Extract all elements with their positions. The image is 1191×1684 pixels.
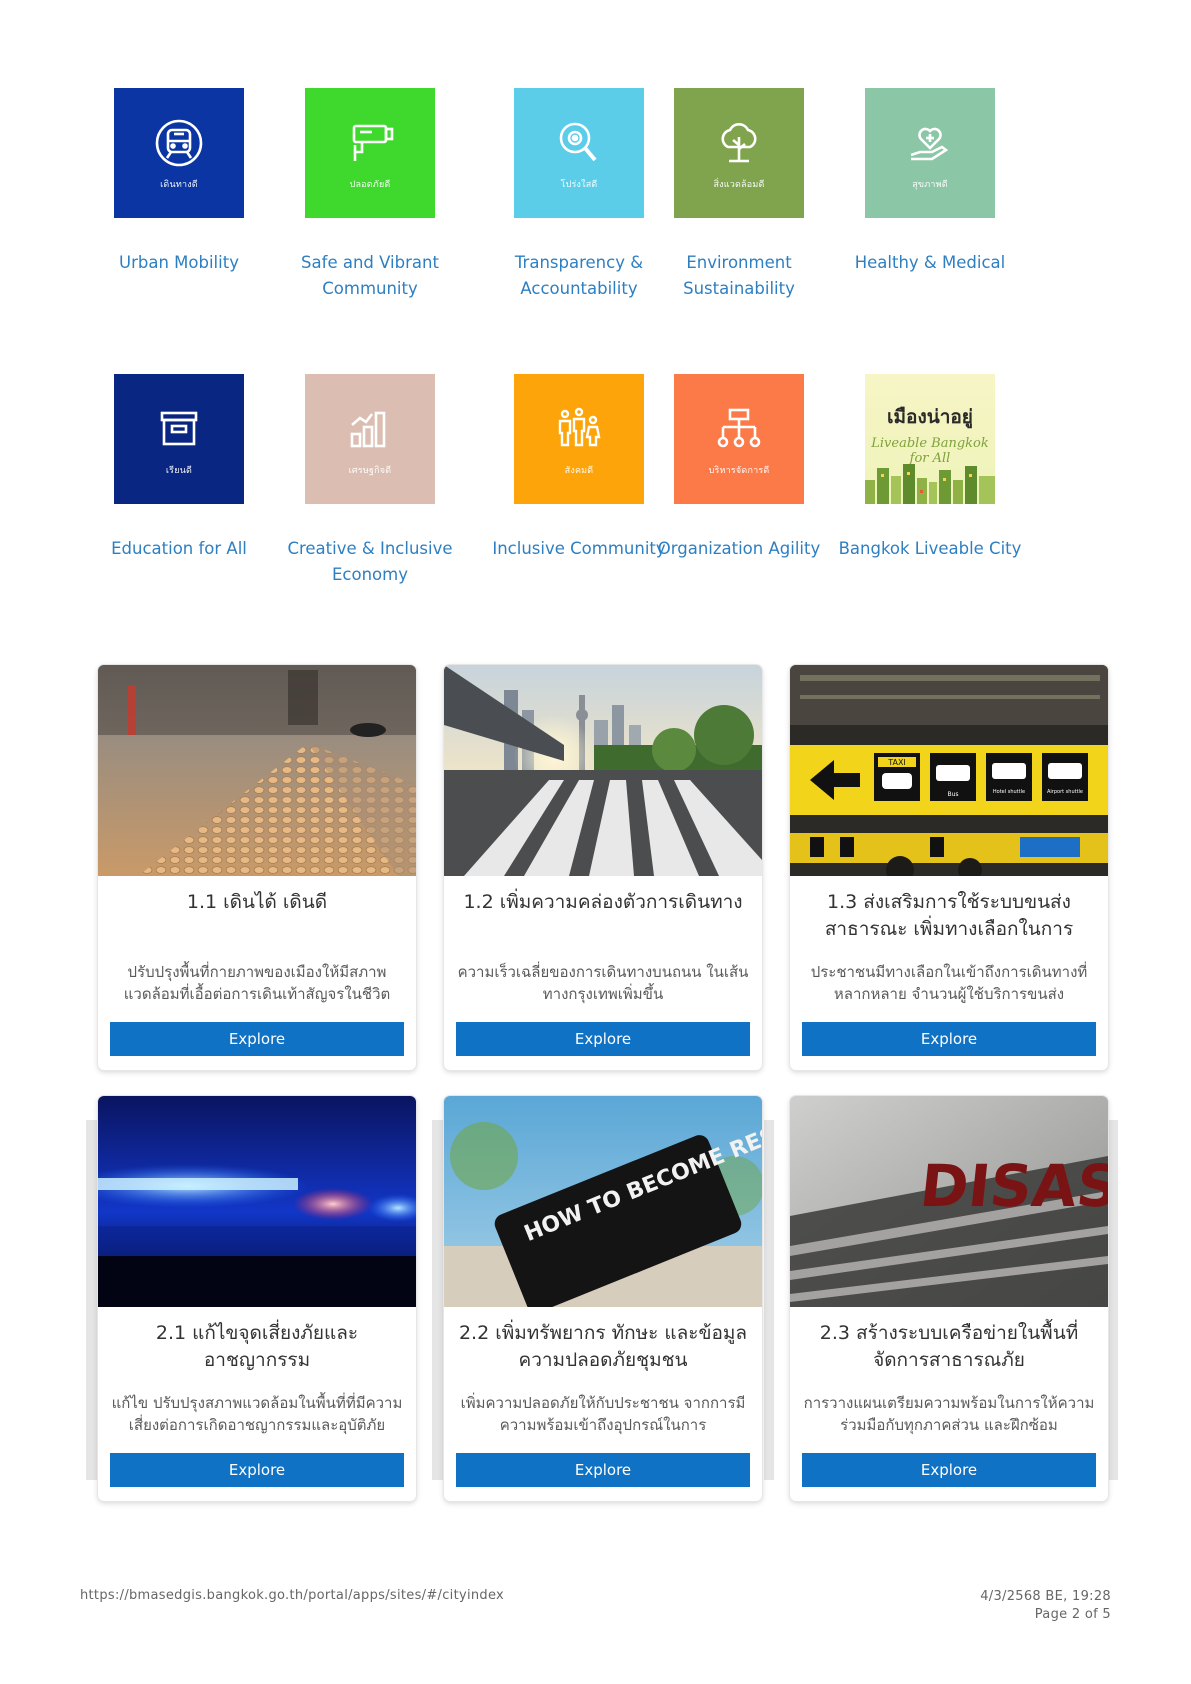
- card-description: การวางแผนเตรียมความพร้อมในการให้ความร่วม…: [803, 1394, 1095, 1434]
- sign-airport-label: Airport shuttle: [1047, 789, 1083, 795]
- card-title: 1.1 เดินได้ เดินดี: [186, 891, 328, 913]
- disaster-text-image: DISASTER: [790, 1096, 1108, 1307]
- org-chart-icon: [717, 408, 761, 448]
- card-title: 1.3 ส่งเสริมการใช้ระบบขนส่งสาธารณะ เพิ่ม…: [824, 891, 1074, 940]
- explore-button[interactable]: Explore: [456, 1022, 750, 1056]
- explore-button[interactable]: Explore: [802, 1022, 1096, 1056]
- sign-hotel-label: Hotel shuttle: [993, 789, 1025, 795]
- transport-signs-image: TAXI Bus Hotel shuttle Airport shuttle: [790, 665, 1108, 876]
- card-2-2[interactable]: HOW TO BECOME RESILIENT ? 2.2 เพิ่มทรัพย…: [444, 1096, 762, 1501]
- category-label[interactable]: Healthy & Medical: [830, 250, 1030, 276]
- explore-button[interactable]: Explore: [110, 1453, 404, 1487]
- category-safe-vibrant[interactable]: ปลอดภัยดี Safe and Vibrant Community: [270, 88, 470, 302]
- tile-caption: โปร่งใสดี: [560, 180, 598, 190]
- category-tile[interactable]: เศรษฐกิจดี: [305, 374, 435, 504]
- category-environment[interactable]: สิ่งแวดล้อมดี Environment Sustainability: [639, 88, 839, 302]
- tile-caption: สุขภาพดี: [912, 180, 948, 190]
- tree-icon: [721, 123, 757, 163]
- card-title: 1.2 เพิ่มความคล่องตัวการเดินทาง: [463, 891, 743, 913]
- tile-caption: ปลอดภัยดี: [349, 180, 391, 190]
- card-description: ปรับปรุงพื้นที่กายภาพของเมืองให้มีสภาพแว…: [123, 963, 391, 1003]
- heart-hand-icon: [910, 127, 949, 161]
- card-1-3[interactable]: TAXI Bus Hotel shuttle Airport shuttle 1…: [790, 665, 1108, 1070]
- card-image: TAXI Bus Hotel shuttle Airport shuttle: [790, 665, 1108, 876]
- category-label[interactable]: Creative & Inclusive Economy: [270, 536, 470, 588]
- card-shadow: [1108, 1120, 1118, 1480]
- magnifier-icon: [559, 122, 597, 162]
- category-tile[interactable]: สุขภาพดี: [865, 88, 995, 218]
- box-icon: [160, 411, 198, 446]
- card-1-1[interactable]: 1.1 เดินได้ เดินดี ปรับปรุงพื้นที่กายภาพ…: [98, 665, 416, 1070]
- people-icon: [558, 407, 601, 447]
- skyline-graphic: [865, 464, 995, 504]
- bar-chart-icon: [350, 411, 386, 448]
- category-economy[interactable]: เศรษฐกิจดี Creative & Inclusive Economy: [270, 374, 470, 588]
- card-image: [98, 665, 416, 876]
- card-description: ความเร็วเฉลี่ยของการเดินทางบนถนน ในเส้นท…: [457, 963, 749, 1003]
- category-tile[interactable]: เรียนดี: [114, 374, 244, 504]
- category-label[interactable]: Urban Mobility: [79, 250, 279, 276]
- explore-button[interactable]: Explore: [802, 1453, 1096, 1487]
- card-description: เพิ่มความปลอดภัยให้กับประชาชน จากการมีคว…: [460, 1394, 746, 1434]
- category-urban-mobility[interactable]: เดินทางดี Urban Mobility: [79, 88, 279, 276]
- category-healthy[interactable]: สุขภาพดี Healthy & Medical: [830, 88, 1030, 276]
- tile-caption: สิ่งแวดล้อมดี: [713, 180, 765, 190]
- tile-caption: เศรษฐกิจดี: [348, 466, 392, 476]
- card-shadow: [432, 1120, 444, 1480]
- footer-meta: 4/3/2568 BE, 19:28 Page 2 of 5: [980, 1588, 1111, 1624]
- category-label[interactable]: Safe and Vibrant Community: [270, 250, 470, 302]
- card-1-2[interactable]: 1.2 เพิ่มความคล่องตัวการเดินทาง ความเร็ว…: [444, 665, 762, 1070]
- card-2-1[interactable]: 2.1 แก้ไขจุดเสี่ยงภัยและอาชญากรรม แก้ไข …: [98, 1096, 416, 1501]
- sign-taxi-label: TAXI: [887, 758, 906, 767]
- category-liveable-city[interactable]: เมืองน่าอยู่ Liveable Bangkok for All Ba…: [830, 374, 1030, 562]
- card-image: [98, 1096, 416, 1307]
- explore-button[interactable]: Explore: [456, 1453, 750, 1487]
- train-icon: [155, 119, 203, 167]
- category-label[interactable]: Education for All: [79, 536, 279, 562]
- category-label[interactable]: Bangkok Liveable City: [830, 536, 1030, 562]
- card-image: DISASTER: [790, 1096, 1108, 1307]
- card-shadow: [764, 1120, 774, 1480]
- category-tile[interactable]: บริหารจัดการดี: [674, 374, 804, 504]
- category-tile[interactable]: ปลอดภัยดี: [305, 88, 435, 218]
- card-shadow: [86, 1120, 98, 1480]
- tile-caption: เดินทางดี: [160, 180, 198, 190]
- sign-bus-label: Bus: [947, 791, 958, 798]
- category-tile[interactable]: สิ่งแวดล้อมดี: [674, 88, 804, 218]
- category-tile[interactable]: โปร่งใสดี: [514, 88, 644, 218]
- card-image: HOW TO BECOME RESILIENT ?: [444, 1096, 762, 1307]
- crosswalk-city-image: [444, 665, 762, 876]
- card-image: [444, 665, 762, 876]
- tile-caption: สังคมดี: [564, 466, 594, 476]
- cctv-icon: [352, 124, 394, 161]
- category-organization[interactable]: บริหารจัดการดี Organization Agility: [639, 374, 839, 562]
- footer-datetime: 4/3/2568 BE, 19:28: [980, 1589, 1111, 1604]
- card-2-3[interactable]: DISASTER 2.3 สร้างระบบเครือข่ายในพื้นที่…: [790, 1096, 1108, 1501]
- tactile-paving-image: [98, 665, 416, 876]
- disaster-text: DISASTER: [917, 1152, 1108, 1220]
- category-label[interactable]: Environment Sustainability: [639, 250, 839, 302]
- category-label[interactable]: Organization Agility: [639, 536, 839, 562]
- police-lights-image: [98, 1096, 416, 1307]
- resilient-sign-image: HOW TO BECOME RESILIENT ?: [444, 1096, 762, 1307]
- footer-page-number: Page 2 of 5: [1034, 1607, 1111, 1622]
- card-description: แก้ไข ปรับปรุงสภาพแวดล้อมในพื้นที่ที่มีค…: [111, 1394, 403, 1434]
- card-title: 2.1 แก้ไขจุดเสี่ยงภัยและอาชญากรรม: [155, 1322, 359, 1371]
- card-description: ประชาชนมีทางเลือกในเข้าถึงการเดินทางที่ห…: [810, 963, 1088, 1003]
- poster-title: เมืองน่าอยู่: [887, 406, 973, 428]
- tile-caption: บริหารจัดการดี: [708, 466, 770, 476]
- tile-caption: เรียนดี: [165, 466, 193, 476]
- card-title: 2.3 สร้างระบบเครือข่ายในพื้นที่จัดการสาธ…: [819, 1322, 1079, 1371]
- category-tile[interactable]: สังคมดี: [514, 374, 644, 504]
- liveable-city-poster[interactable]: เมืองน่าอยู่ Liveable Bangkok for All: [865, 374, 995, 504]
- footer-url: https://bmasedgis.bangkok.go.th/portal/a…: [80, 1588, 505, 1603]
- card-title: 2.2 เพิ่มทรัพยากร ทักษะ และข้อมูลความปลอ…: [458, 1322, 748, 1371]
- explore-button[interactable]: Explore: [110, 1022, 404, 1056]
- category-education[interactable]: เรียนดี Education for All: [79, 374, 279, 562]
- category-tile[interactable]: เดินทางดี: [114, 88, 244, 218]
